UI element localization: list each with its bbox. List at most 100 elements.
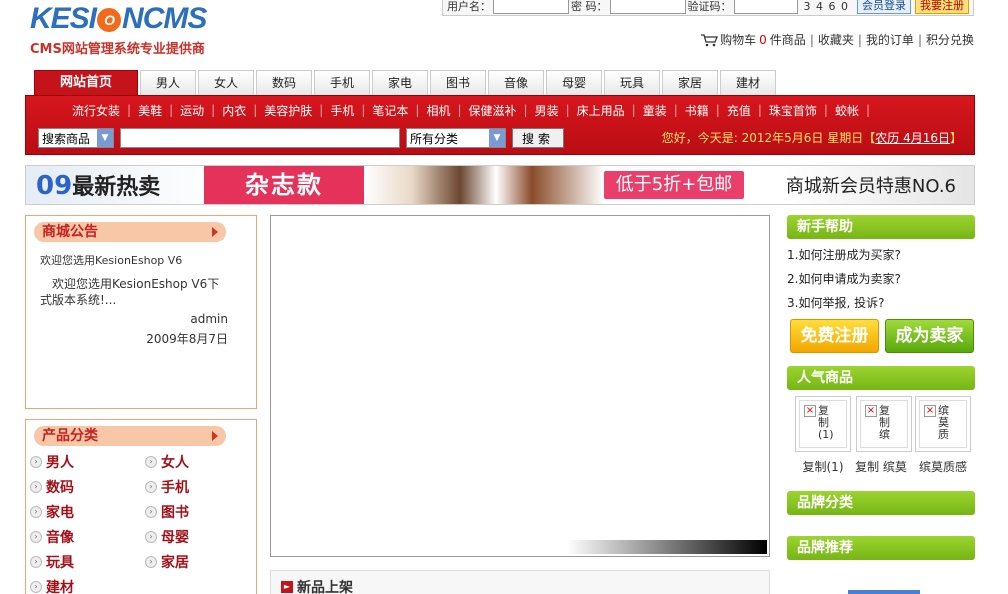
help-item[interactable]: 3.如何举报, 投诉? <box>787 293 975 317</box>
search-type-select[interactable]: 搜索商品 ▼ <box>38 128 114 148</box>
free-register-button[interactable]: 免费注册 <box>790 319 879 353</box>
subnav-item[interactable]: 内衣 <box>216 102 252 119</box>
subnav-item[interactable]: 手机 <box>324 102 360 119</box>
hot-product-thumb[interactable]: × 复制缤 <box>856 396 912 452</box>
category-item[interactable]: › 家电 <box>30 502 145 522</box>
become-seller-button[interactable]: 成为卖家 <box>885 319 974 353</box>
subnav-item[interactable]: 美鞋 <box>132 102 168 119</box>
category-item[interactable]: › 建材 <box>30 577 145 594</box>
tab-home[interactable]: 网站首页 <box>34 70 138 95</box>
category-item[interactable]: › 音像 <box>30 527 145 547</box>
category-title[interactable]: 产品分类 <box>34 426 226 446</box>
tab-digital[interactable]: 数码 <box>256 70 312 95</box>
promo-banner[interactable]: 09最新热卖 杂志款 低于5折+包邮 商城新会员特惠NO.6 <box>25 165 975 205</box>
tab-building[interactable]: 建材 <box>720 70 776 95</box>
red-nav-bar: 流行女装 | 美鞋 | 运动 | 内衣 | 美容护肤 | 手机 | 笔记本 | 相机 | 保健滋… <box>25 95 975 155</box>
brand-category-title: 品牌分类 <box>787 491 975 515</box>
register-button[interactable]: 我要注册 <box>914 0 969 14</box>
search-input[interactable] <box>120 128 400 148</box>
category-select[interactable]: 所有分类 ▼ <box>406 128 506 148</box>
arrow-circle-icon: › <box>145 531 157 543</box>
broken-image-icon: × <box>865 405 877 417</box>
subnav-item[interactable]: 流行女装 <box>66 102 126 119</box>
category-item[interactable]: › 家居 <box>145 552 260 572</box>
hot-product-thumb[interactable]: × 缤莫质 <box>915 396 971 452</box>
notice-title[interactable]: 商城公告 <box>34 222 226 242</box>
search-button[interactable]: 搜索 <box>512 128 564 148</box>
arrow-circle-icon: › <box>145 456 157 468</box>
hot-product-name[interactable]: 复制 缤莫 <box>850 458 912 475</box>
slideshow-controls[interactable] <box>567 540 767 554</box>
subnav-item[interactable]: 男装 <box>529 102 565 119</box>
site-logo[interactable]: KESI O NCMS CMS网站管理系统专业提供商 <box>30 2 207 57</box>
hot-product-name[interactable]: 复制(1) <box>792 458 854 475</box>
subnav-item[interactable]: 笔记本 <box>366 102 414 119</box>
tab-women[interactable]: 女人 <box>198 70 254 95</box>
main-nav: 网站首页 男人 女人 数码 手机 家电 图书 音像 母婴 玩具 家居 建材 <box>34 70 778 95</box>
tab-home-goods[interactable]: 家居 <box>662 70 718 95</box>
points-link[interactable]: 积分兑换 <box>926 31 974 48</box>
category-list: › 男人 › 女人 › 数码 › 手机 › 家电 › 图书 › 音像 › 母婴 › 玩具 › 家居 … <box>30 452 256 594</box>
subnav-item[interactable]: 珠宝首饰 <box>763 102 823 119</box>
arrow-circle-icon: › <box>145 506 157 518</box>
subnav-item[interactable]: 相机 <box>420 102 456 119</box>
subnav-item[interactable]: 保健滋补 <box>463 102 523 119</box>
arrow-right-icon <box>212 431 218 441</box>
help-list: 1.如何注册成为买家? 2.如何申请成为卖家? 3.如何举报, 投诉? <box>787 245 975 317</box>
help-item[interactable]: 1.如何注册成为买家? <box>787 245 975 269</box>
subnav-item[interactable]: 充值 <box>721 102 757 119</box>
orders-link[interactable]: 我的订单 <box>866 31 914 48</box>
lunar-date-link[interactable]: 农历 4月16日 <box>875 131 950 145</box>
slideshow-area[interactable] <box>270 215 770 557</box>
category-item[interactable]: › 母婴 <box>145 527 260 547</box>
arrow-circle-icon: › <box>30 531 42 543</box>
username-input[interactable] <box>493 0 569 14</box>
arrow-circle-icon: › <box>145 481 157 493</box>
cart-unit: 件商品 <box>769 33 806 47</box>
new-products-title[interactable]: ► 新品上架 <box>281 577 769 594</box>
favorites-link[interactable]: 收藏夹 <box>818 31 854 48</box>
tab-phone[interactable]: 手机 <box>314 70 370 95</box>
login-button[interactable]: 会员登录 <box>856 0 911 14</box>
cart-link[interactable]: 购物车 <box>720 31 756 48</box>
help-title: 新手帮助 <box>787 215 975 239</box>
subnav-item[interactable]: 美容护肤 <box>258 102 318 119</box>
subnav-item[interactable]: 童装 <box>637 102 673 119</box>
hot-product-name[interactable]: 缤莫质感 <box>912 458 974 475</box>
captcha-input[interactable] <box>733 0 798 14</box>
subnav-item[interactable]: 运动 <box>174 102 210 119</box>
tab-media[interactable]: 音像 <box>488 70 544 95</box>
chevron-down-icon: ▼ <box>489 129 505 147</box>
horizontal-scrollbar[interactable] <box>848 590 920 594</box>
tab-baby[interactable]: 母婴 <box>546 70 602 95</box>
banner-hot: 09最新热卖 <box>36 171 161 201</box>
category-item[interactable]: › 手机 <box>145 477 260 497</box>
subnav-item[interactable]: 书籍 <box>679 102 715 119</box>
captcha-label: 验证码： <box>687 0 732 13</box>
hot-product-thumb[interactable]: × 复制(1) <box>795 396 851 452</box>
chevron-down-icon: ▼ <box>97 129 113 147</box>
banner-discount: 低于5折+包邮 <box>604 171 744 199</box>
category-item[interactable]: › 男人 <box>30 452 145 472</box>
help-item[interactable]: 2.如何申请成为卖家? <box>787 269 975 293</box>
notice-item-title[interactable]: 欢迎您选用KesionEshop V6 <box>40 252 256 268</box>
tab-appliance[interactable]: 家电 <box>372 70 428 95</box>
notice-item-body[interactable]: 欢迎您选用KesionEshop V6下式版本系统!... <box>40 276 230 308</box>
category-item[interactable]: › 图书 <box>145 502 260 522</box>
subnav-item[interactable]: 蛟帐 <box>829 102 865 119</box>
password-label: 密 码： <box>571 0 608 13</box>
captcha-image[interactable]: 3 4 6 0 <box>804 0 849 13</box>
notice-box: 商城公告 欢迎您选用KesionEshop V6 欢迎您选用KesionEsho… <box>25 215 257 409</box>
arrow-right-icon <box>212 227 218 237</box>
category-item[interactable]: › 女人 <box>145 452 260 472</box>
notice-date: 2009年8月7日 <box>146 332 228 346</box>
brand-recommend-title: 品牌推荐 <box>787 536 975 560</box>
tab-books[interactable]: 图书 <box>430 70 486 95</box>
category-item[interactable]: › 玩具 <box>30 552 145 572</box>
password-input[interactable] <box>609 0 686 14</box>
tab-toys[interactable]: 玩具 <box>604 70 660 95</box>
tab-men[interactable]: 男人 <box>140 70 196 95</box>
category-item[interactable]: › 数码 <box>30 477 145 497</box>
banner-product-image <box>364 166 604 204</box>
subnav-item[interactable]: 床上用品 <box>571 102 631 119</box>
